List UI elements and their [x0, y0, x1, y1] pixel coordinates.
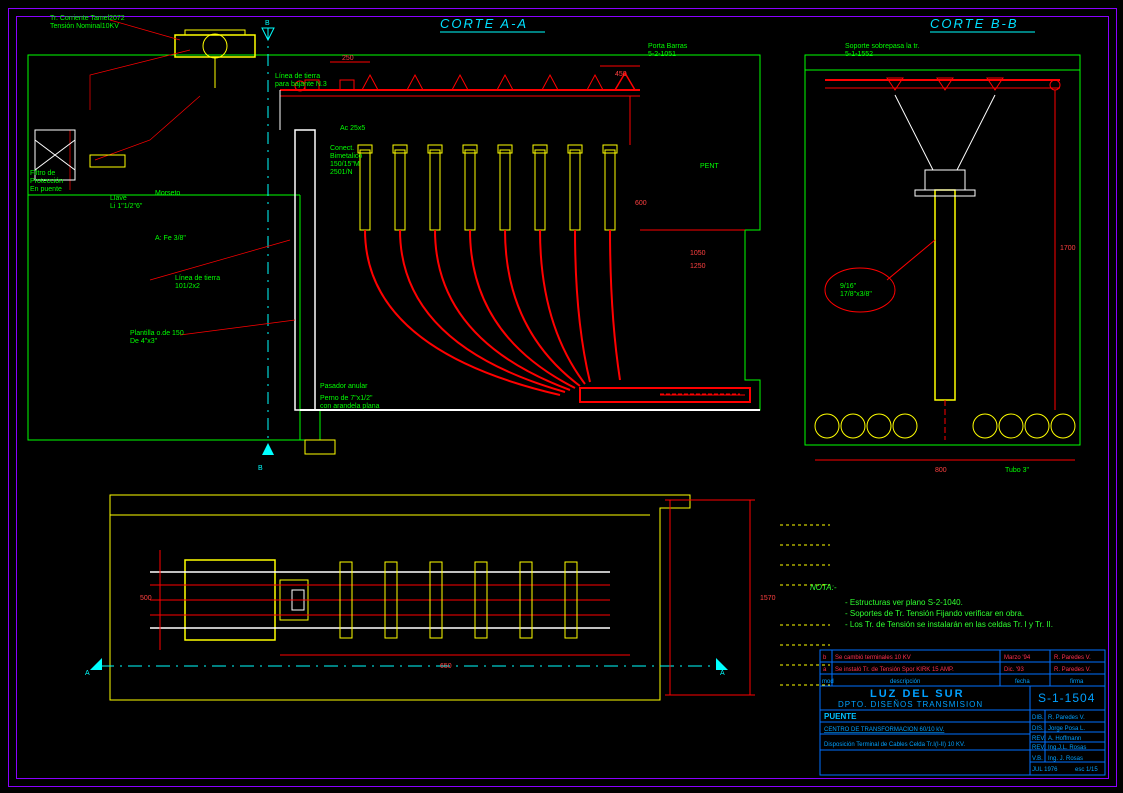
svg-text:Línea de tierra101/2x2: Línea de tierra101/2x2	[175, 275, 220, 290]
svg-text:V.B.: V.B.	[1032, 756, 1043, 762]
svg-text:Marzo '94: Marzo '94	[1004, 655, 1031, 661]
svg-text:Porta Barras5-2-1051: Porta Barras5-2-1051	[648, 43, 688, 58]
svg-text:S-1-1504: S-1-1504	[1038, 691, 1095, 705]
svg-text:- Soportes de Tr. Tensión Fija: - Soportes de Tr. Tensión Fijando verifi…	[845, 609, 1024, 618]
svg-text:descripción: descripción	[890, 679, 920, 685]
svg-text:A: Fe 3/8": A: Fe 3/8"	[155, 235, 186, 242]
svg-text:500: 500	[140, 595, 152, 602]
svg-text:1570: 1570	[760, 595, 776, 602]
svg-text:B: B	[258, 465, 263, 472]
svg-text:1250: 1250	[690, 263, 706, 270]
svg-text:- Los Tr. de Tensión se instal: - Los Tr. de Tensión se instalarán en la…	[845, 620, 1053, 629]
plan-view: A A 500 650 1570	[85, 495, 830, 700]
svg-text:Disposición Terminal de Cables: Disposición Terminal de Cables Celda Tr.…	[824, 742, 965, 748]
section-corte-aa: B B 250 450	[28, 20, 760, 472]
section-corte-bb: 9/16" 17/8"x3/8" 1700 800 Tubo 3" Soport…	[805, 43, 1080, 474]
svg-text:R. Paredes V.: R. Paredes V.	[1048, 715, 1085, 721]
svg-text:DIS.: DIS.	[1032, 726, 1044, 732]
svg-text:Perno de 7"x1/2"con arandela p: Perno de 7"x1/2"con arandela plana	[320, 395, 380, 410]
svg-text:A. Hoffmann: A. Hoffmann	[1048, 736, 1081, 742]
svg-text:1700: 1700	[1060, 245, 1076, 252]
cad-drawing: CORTE A-A CORTE B-B B B 250 450	[0, 0, 1123, 793]
svg-text:REV.: REV.	[1032, 736, 1046, 742]
svg-text:JUL 1976: JUL 1976	[1032, 767, 1058, 773]
svg-text:- Estructuras ver plano S-2-10: - Estructuras ver plano S-2-1040.	[845, 598, 963, 607]
svg-text:Filtro deProtecciónEn puente: Filtro deProtecciónEn puente	[30, 170, 63, 193]
svg-text:9/16": 9/16"	[840, 283, 857, 290]
svg-text:450: 450	[615, 71, 627, 78]
svg-text:Ing.J.L. Rosas: Ing.J.L. Rosas	[1048, 745, 1086, 751]
svg-text:LUZ DEL SUR: LUZ DEL SUR	[870, 688, 965, 700]
svg-text:Pasador anular: Pasador anular	[320, 383, 368, 390]
svg-text:LlaveLi 1"1/2"6": LlaveLi 1"1/2"6"	[110, 195, 143, 210]
svg-text:650: 650	[440, 663, 452, 670]
svg-text:Dic. '93: Dic. '93	[1004, 667, 1024, 673]
svg-text:Jorge Posa L.: Jorge Posa L.	[1048, 726, 1085, 732]
svg-text:REV.: REV.	[1032, 745, 1046, 751]
svg-text:Tubo 3": Tubo 3"	[1005, 467, 1030, 474]
cable-terminals	[358, 145, 617, 230]
svg-text:CENTRO DE TRANSFORMACION 60/10: CENTRO DE TRANSFORMACION 60/10 kV.	[824, 727, 945, 733]
svg-text:Soporte sobrepasa la tr.5-1-15: Soporte sobrepasa la tr.5-1-1552	[845, 43, 919, 58]
svg-text:a: a	[823, 667, 827, 673]
svg-text:800: 800	[935, 467, 947, 474]
svg-text:DIB.: DIB.	[1032, 715, 1044, 721]
svg-text:600: 600	[635, 200, 647, 207]
svg-text:esc 1/15: esc 1/15	[1075, 767, 1098, 773]
svg-text:Ing. J. Rosas: Ing. J. Rosas	[1048, 756, 1083, 762]
svg-text:mod: mod	[822, 679, 834, 685]
svg-text:R. Paredes V.: R. Paredes V.	[1054, 655, 1091, 661]
svg-text:Plantilla o.de 150De 4"x3": Plantilla o.de 150De 4"x3"	[130, 330, 184, 345]
svg-text:PUENTE: PUENTE	[824, 712, 857, 721]
svg-text:Se instaló Tr. de Tensión Spor: Se instaló Tr. de Tensión Spor KIRK 15 A…	[835, 667, 954, 673]
svg-text:NOTA:-: NOTA:-	[810, 583, 837, 592]
svg-text:250: 250	[342, 55, 354, 62]
notes-block: NOTA:- - Estructuras ver plano S-2-1040.…	[810, 583, 1053, 629]
title-block: b Se cambió terminales 10 KV Marzo '94 R…	[820, 650, 1105, 775]
svg-text:PENT: PENT	[700, 163, 719, 170]
svg-text:A: A	[720, 670, 725, 677]
title-corte-aa: CORTE A-A	[440, 16, 528, 31]
svg-text:DPTO. DISEÑOS TRANSMISION: DPTO. DISEÑOS TRANSMISION	[838, 700, 983, 709]
svg-text:1050: 1050	[690, 250, 706, 257]
svg-text:Ac 25x5: Ac 25x5	[340, 125, 365, 132]
svg-text:firma: firma	[1070, 679, 1084, 685]
svg-text:17/8"x3/8": 17/8"x3/8"	[840, 291, 872, 298]
svg-text:B: B	[265, 20, 270, 27]
svg-text:fecha: fecha	[1015, 679, 1030, 685]
svg-text:Se cambió terminales 10 KV: Se cambió terminales 10 KV	[835, 655, 911, 661]
svg-text:A: A	[85, 670, 90, 677]
svg-text:Línea de tierrapara bajante N.: Línea de tierrapara bajante N.3	[275, 73, 327, 88]
svg-text:Morseto: Morseto	[155, 190, 180, 197]
title-corte-bb: CORTE B-B	[930, 16, 1019, 31]
rev-b-letter: b	[823, 655, 827, 661]
svg-text:R. Paredes V.: R. Paredes V.	[1054, 667, 1091, 673]
note-tr-corriente: Tr. Corriente Tamel2072Tensión Nominal10…	[50, 15, 125, 30]
